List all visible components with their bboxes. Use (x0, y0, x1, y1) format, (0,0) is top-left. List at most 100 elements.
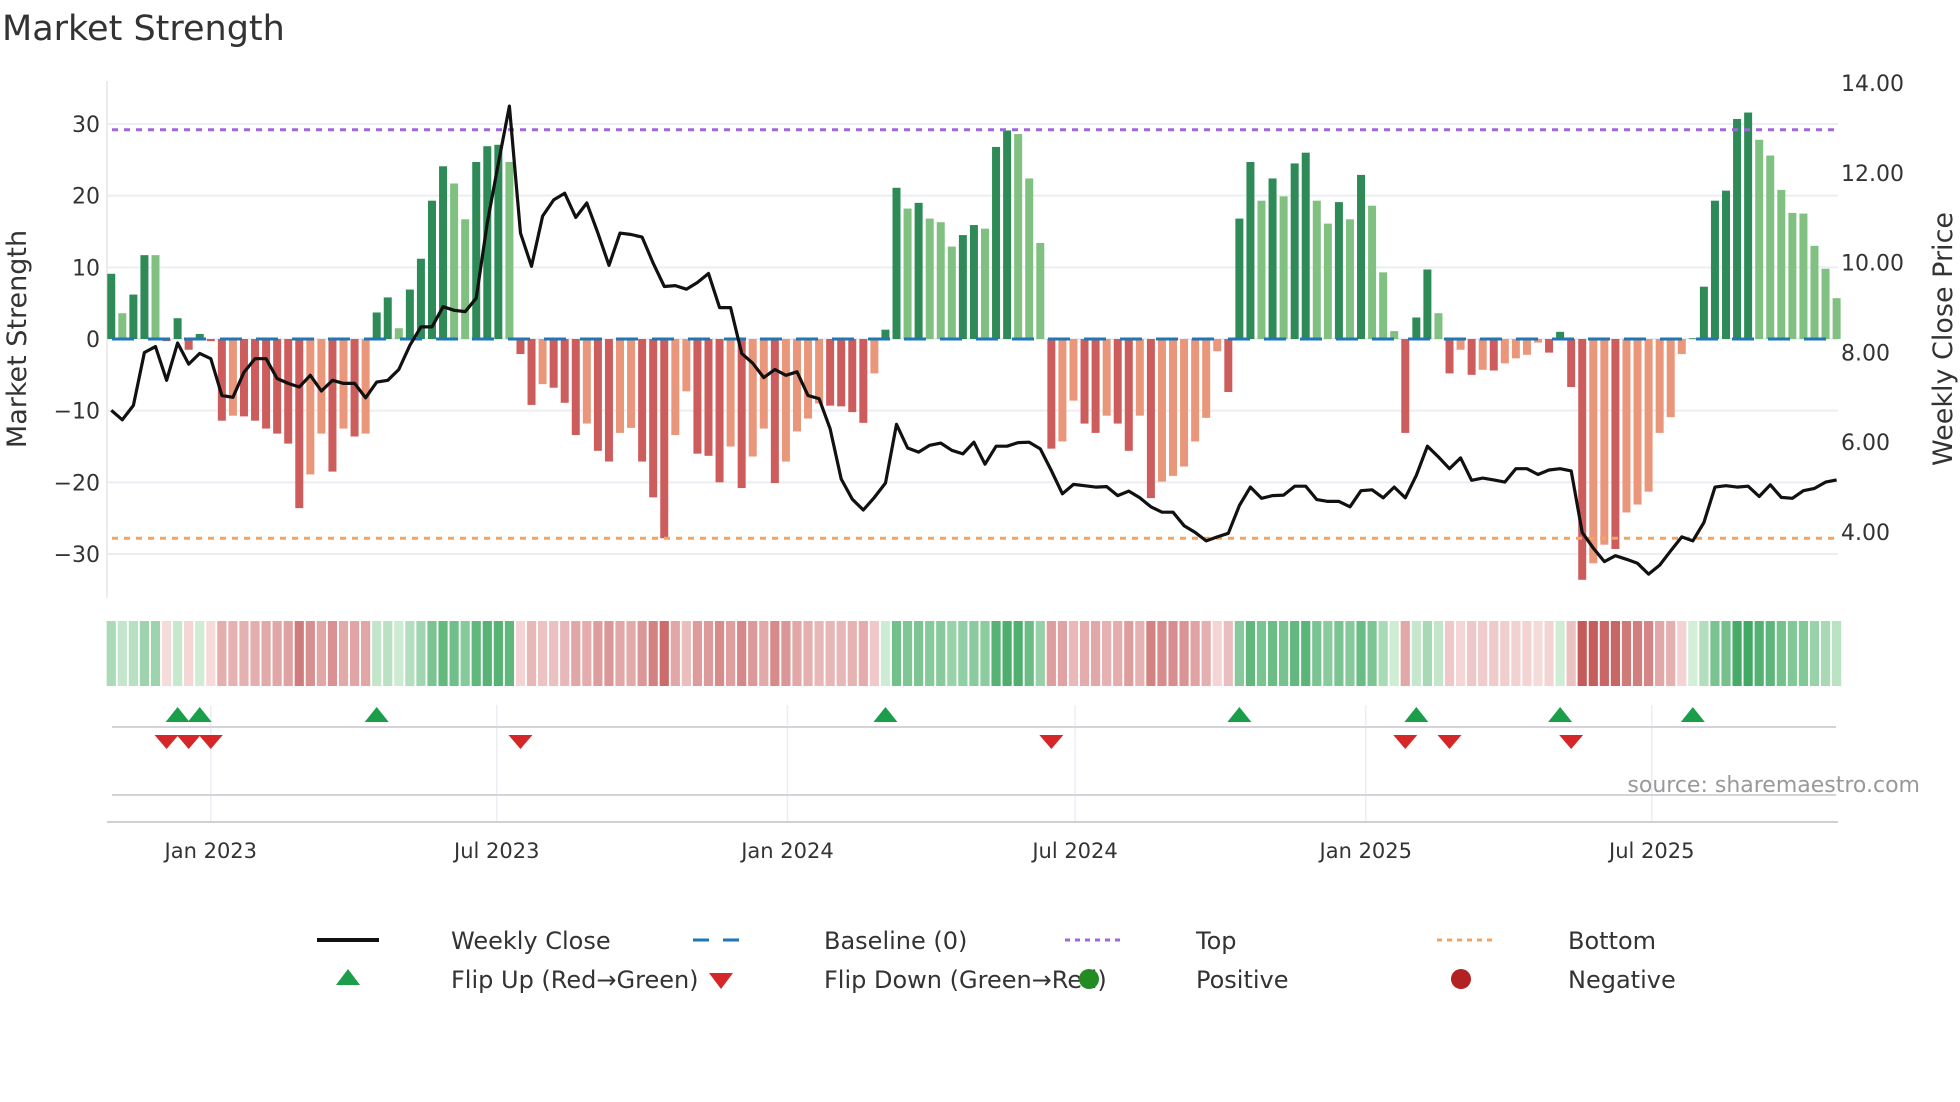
strength-bar (1622, 339, 1631, 513)
strip-cell (139, 621, 150, 686)
strength-bar (450, 183, 459, 339)
legend-label: Baseline (0) (824, 927, 967, 955)
strip-cell (1666, 621, 1676, 686)
strength-bar (516, 339, 525, 355)
strip-cell (1411, 621, 1421, 686)
strength-bar (638, 339, 647, 462)
strip-cell (150, 621, 161, 686)
strength-bar (1810, 245, 1819, 339)
strip-cell (250, 621, 260, 686)
strip-cell (1290, 621, 1300, 686)
strip-cell (493, 621, 503, 686)
strip-cell (1223, 621, 1233, 686)
strip-cell (239, 621, 249, 686)
strength-bar (1202, 339, 1211, 418)
strength-bar (804, 339, 813, 419)
flip-markers-panel (107, 705, 1838, 823)
strength-bar (748, 339, 757, 457)
strength-bar (604, 339, 613, 462)
strip-cell (261, 621, 271, 686)
y2-tick-label: 4.00 (1841, 521, 1890, 546)
strip-cell (880, 621, 891, 686)
strip-cell (1334, 621, 1344, 686)
strip-cell (504, 621, 515, 686)
strip-cell (1710, 621, 1720, 686)
strength-bar (1489, 339, 1498, 371)
flip-down-marker (198, 735, 223, 749)
strength-bar (184, 339, 193, 350)
strength-bar (1312, 200, 1321, 339)
strip-cell (1356, 621, 1366, 686)
strength-bar (118, 313, 127, 339)
strength-bar (1058, 339, 1067, 442)
strip-cell (891, 621, 902, 686)
strip-cell (836, 621, 846, 686)
strip-cell (217, 621, 227, 686)
strip-cell (1400, 621, 1410, 686)
strength-bar (1301, 152, 1310, 339)
strength-bar (1589, 339, 1598, 564)
strip-cell (305, 621, 315, 686)
strip-cell (1256, 621, 1267, 686)
strength-bar (1401, 339, 1410, 433)
strength-bar (593, 339, 602, 451)
strength-bar (582, 339, 591, 424)
legend-item-bottom: Bottom (1437, 927, 1656, 955)
strength-bar (361, 339, 370, 434)
strength-bar (936, 222, 945, 339)
strip-cell (1798, 621, 1809, 686)
strip-cell (427, 621, 437, 686)
strip-cell (604, 621, 614, 686)
strip-cell (1599, 621, 1609, 686)
strip-cell (858, 621, 868, 686)
legend-label: Flip Up (Red→Green) (451, 966, 699, 994)
strength-bar (1014, 134, 1023, 339)
strength-bar (107, 273, 116, 339)
strength-bar (1003, 130, 1012, 339)
strip-cell (394, 621, 404, 686)
triangle-down-icon (709, 973, 733, 989)
strip-cell (1068, 621, 1079, 686)
strength-bar (1699, 286, 1708, 339)
y-tick-label: 20 (72, 185, 100, 210)
strip-cell (349, 621, 360, 686)
legend-item-weekly-close: Weekly Close (317, 927, 611, 955)
strip-cell (294, 621, 304, 686)
strength-bar (1146, 339, 1155, 499)
strip-cell (1113, 621, 1123, 686)
strip-cell (1179, 621, 1189, 686)
strip-cell (1588, 621, 1598, 686)
strength-bar (1600, 339, 1609, 545)
strength-bar (1467, 339, 1476, 375)
y2-tick-label: 10.00 (1841, 252, 1904, 277)
strip-cell (1643, 621, 1654, 686)
strip-cell (980, 621, 990, 686)
flip-up-marker (187, 707, 212, 722)
strength-bar (140, 255, 149, 339)
strip-cell (1367, 621, 1377, 686)
strip-cell (593, 621, 603, 686)
strip-cell (206, 621, 216, 686)
strength-bar (505, 161, 514, 339)
strip-cell (1544, 621, 1554, 686)
strength-bar (1334, 202, 1343, 339)
strip-cell (1511, 621, 1521, 686)
strip-cell (714, 621, 725, 686)
strength-bar (837, 339, 846, 407)
strength-bar (284, 339, 293, 444)
strip-cell (1013, 621, 1023, 686)
strength-bar (1423, 269, 1432, 339)
strip-cell (1776, 621, 1786, 686)
strength-bar (1357, 174, 1366, 339)
strength-bar (1677, 339, 1686, 355)
strength-bar (461, 219, 470, 339)
strength-bar (1379, 272, 1388, 339)
strength-bar (726, 339, 735, 447)
strength-bar (1135, 339, 1144, 416)
strength-bar (759, 339, 768, 429)
strength-bar (1788, 212, 1797, 339)
strip-cell (1312, 621, 1322, 686)
strip-cell (748, 621, 758, 686)
strip-cell (1002, 621, 1012, 686)
strength-bar (815, 339, 824, 404)
